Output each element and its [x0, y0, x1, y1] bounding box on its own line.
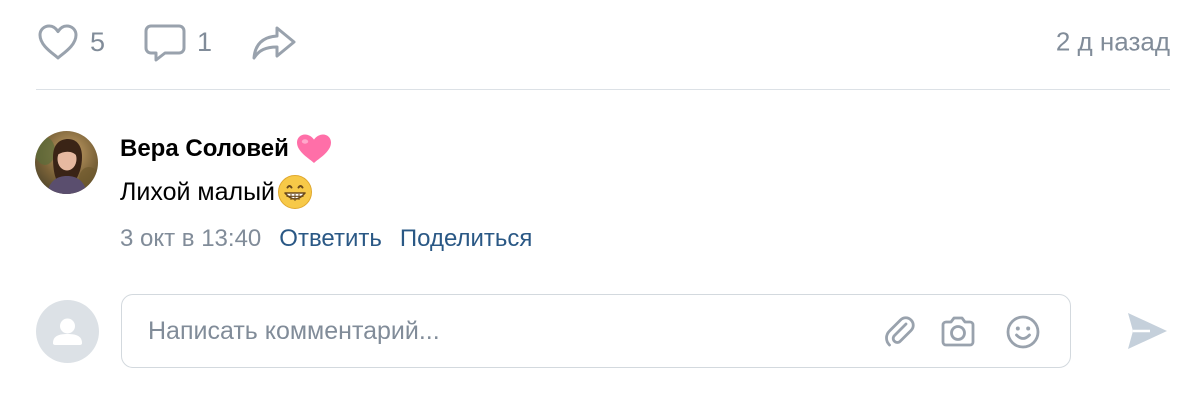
avatar-photo-icon: [35, 131, 98, 194]
user-silhouette-icon: [53, 318, 82, 345]
share-comment-link[interactable]: Поделиться: [400, 225, 533, 253]
comment-input[interactable]: [148, 295, 868, 367]
like-count: 5: [90, 26, 106, 57]
speech-bubble-icon: [144, 24, 186, 62]
share-arrow-icon: [252, 26, 296, 60]
like-button[interactable]: 5: [36, 22, 105, 62]
camera-icon[interactable]: [938, 314, 978, 350]
current-user-avatar: [36, 300, 99, 363]
comment-text: Лихой малый: [120, 177, 276, 206]
post-time-ago[interactable]: 2 д назад: [1056, 27, 1170, 58]
reply-link[interactable]: Ответить: [279, 225, 382, 253]
smiley-icon[interactable]: [1005, 314, 1041, 350]
comment-body: Вера Соловей Лихой малый 3 окт в 13:40 О…: [120, 131, 550, 253]
share-button[interactable]: [250, 22, 298, 62]
comment-meta-row: 3 окт в 13:40 Ответить Поделиться: [120, 225, 550, 253]
heart-outline-icon: [38, 24, 78, 60]
grinning-face-emoji: [278, 175, 313, 209]
post-action-bar: 5 1 2 д назад: [36, 18, 1170, 66]
comment-text-row: Лихой малый: [120, 171, 550, 213]
comment-count: 1: [197, 26, 213, 57]
comment-author-name[interactable]: Вера Соловей: [120, 135, 289, 163]
comment-button[interactable]: 1: [143, 21, 212, 63]
comment-date[interactable]: 3 окт в 13:40: [120, 225, 261, 253]
post-footer: 5 1 2 д назад Вера Соловей Лихой малый 3…: [0, 0, 1200, 414]
send-arrow-icon[interactable]: [1124, 308, 1170, 354]
comment-composer: [121, 294, 1071, 368]
comment-author-avatar[interactable]: [35, 131, 98, 194]
divider: [36, 89, 1170, 90]
paperclip-icon[interactable]: [882, 314, 918, 350]
comment-author-row: Вера Соловей: [120, 131, 550, 167]
pink-heart-emoji: [296, 134, 331, 163]
